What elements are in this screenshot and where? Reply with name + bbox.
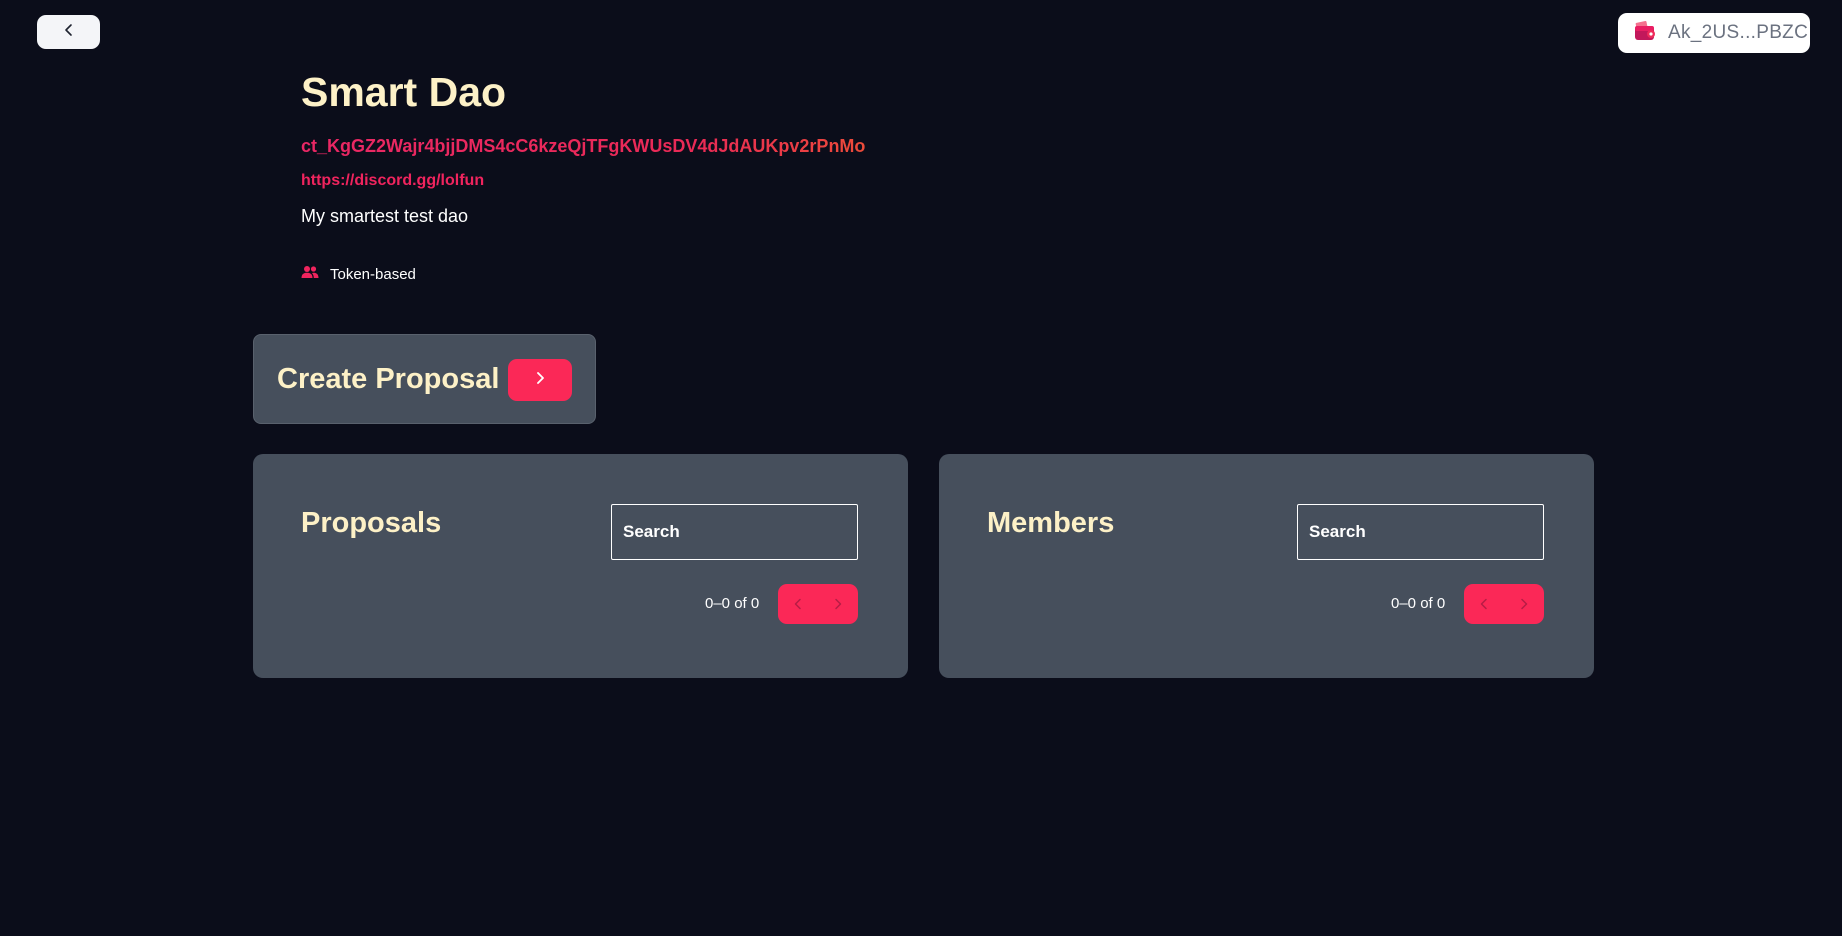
dao-title: Smart Dao xyxy=(301,69,507,115)
create-proposal-label: Create Proposal xyxy=(277,363,500,395)
members-panel: Members 0–0 of 0 xyxy=(939,454,1594,678)
proposals-search-input[interactable] xyxy=(611,504,858,560)
dao-page: Ak_2US...PBZC Smart Dao ct_KgGZ2Wajr4bjj… xyxy=(0,0,1842,936)
dao-type-label: Token-based xyxy=(330,265,416,283)
members-title: Members xyxy=(987,507,1115,539)
members-pagination xyxy=(1464,584,1544,624)
chevron-right-icon[interactable] xyxy=(823,589,853,619)
proposals-pagination xyxy=(778,584,858,624)
dao-link[interactable]: https://discord.gg/lolfun xyxy=(301,171,484,191)
chevron-right-icon xyxy=(533,371,547,390)
proposals-title: Proposals xyxy=(301,507,442,539)
create-proposal-button[interactable] xyxy=(508,359,572,401)
members-search-input[interactable] xyxy=(1297,504,1544,560)
wallet-button[interactable]: Ak_2US...PBZC xyxy=(1618,13,1810,53)
dao-type: Token-based xyxy=(301,265,416,283)
contract-id: ct_KgGZ2Wajr4bjjDMS4cC6kzeQjTFgKWUsDV4dJ… xyxy=(301,136,866,156)
dao-description: My smartest test dao xyxy=(301,206,469,226)
wallet-address: Ak_2US...PBZC xyxy=(1668,22,1809,43)
create-proposal-card: Create Proposal xyxy=(253,334,596,424)
chevron-right-icon[interactable] xyxy=(1509,589,1539,619)
chevron-left-icon[interactable] xyxy=(1469,589,1499,619)
back-button[interactable] xyxy=(37,15,100,49)
wallet-icon xyxy=(1634,20,1656,46)
chevron-left-icon xyxy=(62,23,76,42)
chevron-left-icon[interactable] xyxy=(783,589,813,619)
proposals-panel: Proposals 0–0 of 0 xyxy=(253,454,908,678)
users-icon xyxy=(301,265,319,283)
